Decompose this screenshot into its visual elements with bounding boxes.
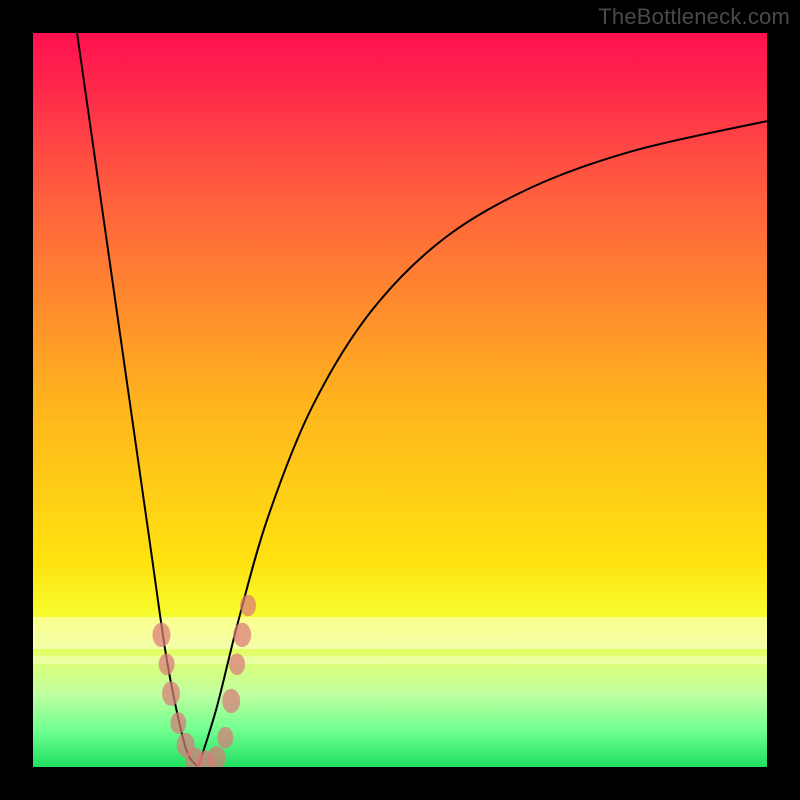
plot-area — [33, 33, 767, 767]
data-marker — [170, 712, 186, 734]
left-branch-curve — [77, 33, 198, 767]
curves-layer — [33, 33, 767, 767]
watermark-text: TheBottleneck.com — [598, 4, 790, 30]
data-marker — [162, 681, 180, 705]
data-marker — [240, 595, 256, 617]
data-marker — [233, 623, 251, 647]
data-marker — [152, 623, 170, 647]
chart-frame: TheBottleneck.com — [0, 0, 800, 800]
data-marker — [208, 746, 226, 767]
data-marker — [159, 653, 175, 675]
data-marker — [222, 689, 240, 713]
markers-group — [152, 595, 256, 767]
right-branch-curve — [198, 121, 767, 767]
data-marker — [229, 653, 245, 675]
data-marker — [217, 727, 233, 749]
